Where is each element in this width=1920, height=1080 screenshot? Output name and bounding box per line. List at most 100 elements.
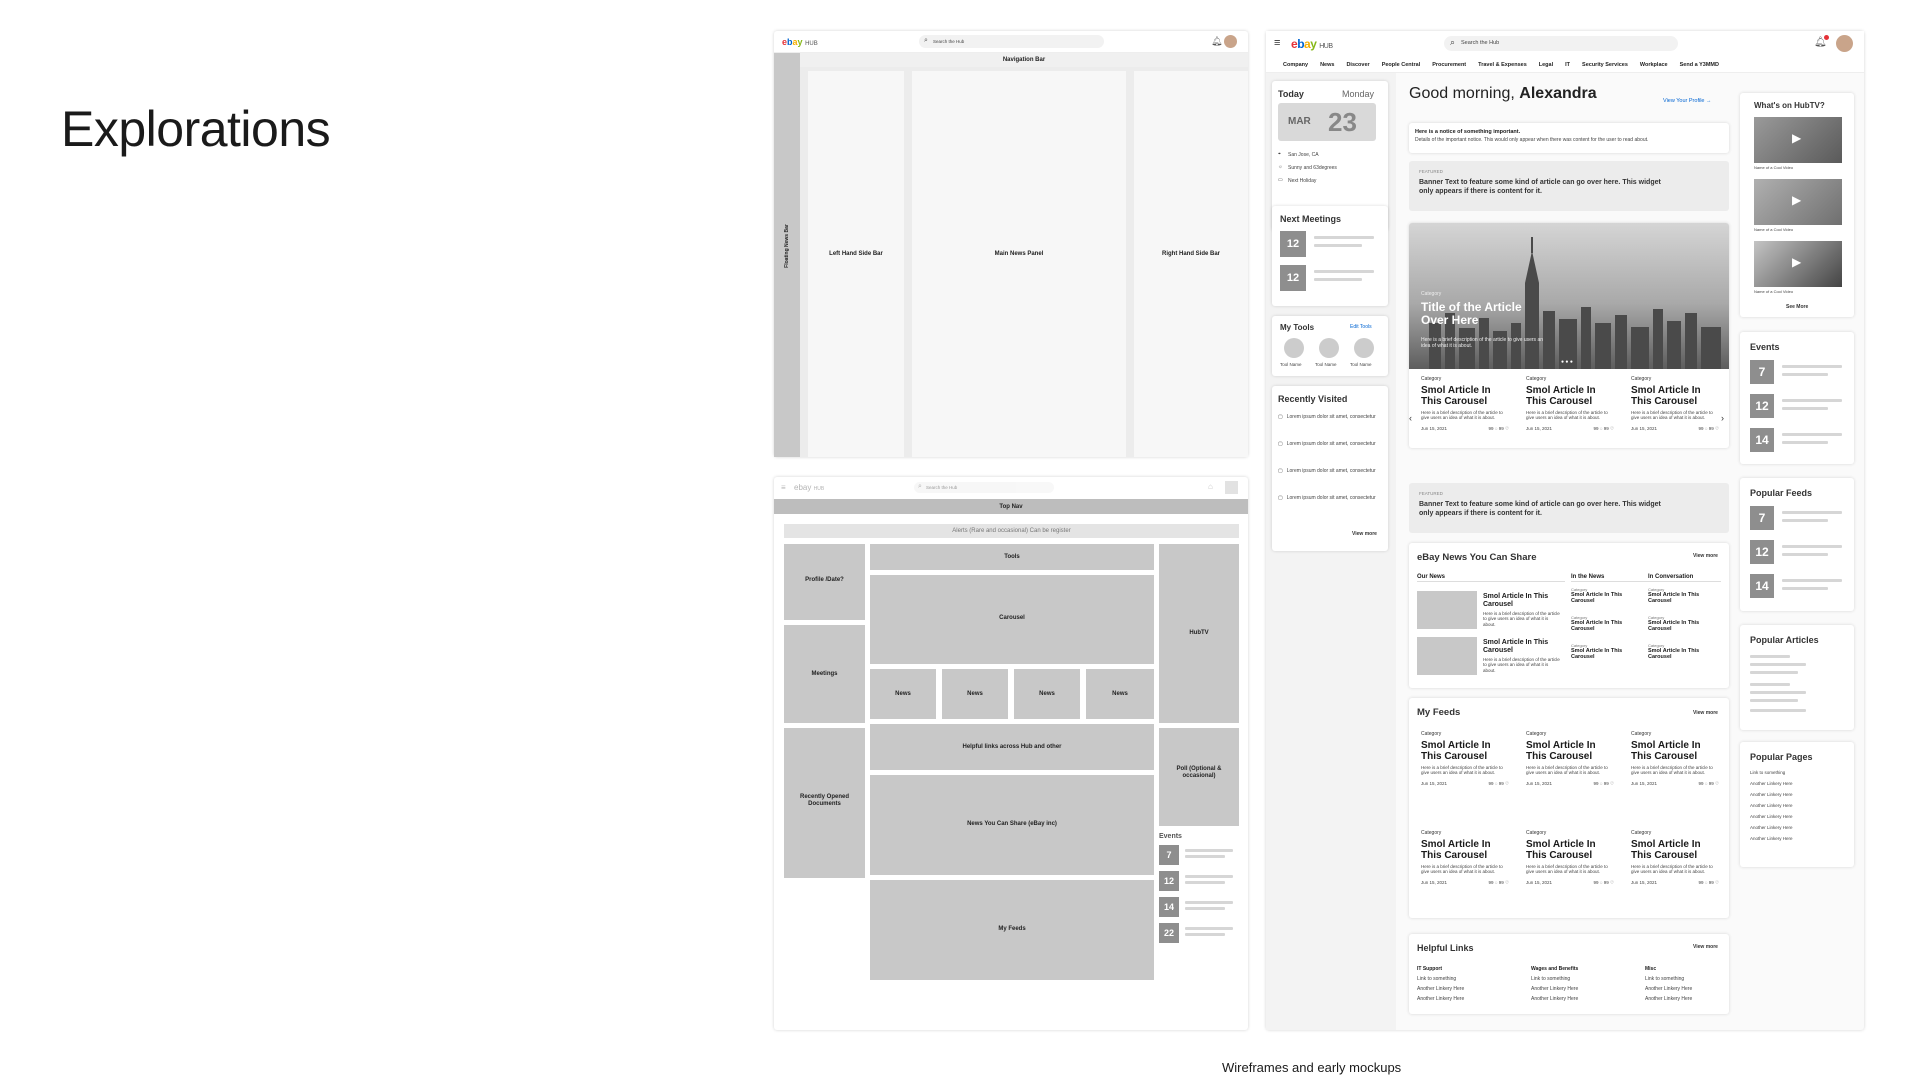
calendar-icon: ▭ bbox=[1278, 177, 1283, 183]
page-link[interactable]: Another Linkery Here bbox=[1750, 792, 1846, 803]
nav-legal[interactable]: Legal bbox=[1539, 62, 1553, 68]
view-more-link[interactable]: View more bbox=[1693, 944, 1718, 950]
tool-icon[interactable] bbox=[1354, 338, 1374, 358]
thumbnail[interactable] bbox=[1417, 637, 1477, 675]
featured-banner-2[interactable]: FEATURED Banner Text to feature some kin… bbox=[1409, 483, 1729, 533]
nav-travel[interactable]: Travel & Expenses bbox=[1478, 62, 1527, 68]
wireframe-2: ≡ ebay HUB ⌕ Search the Hub ⌂ Top Nav Al… bbox=[774, 477, 1248, 1030]
video-thumbnail[interactable]: ▶ bbox=[1754, 117, 1842, 163]
nav-y3mmd[interactable]: Send a Y3MMD bbox=[1680, 62, 1719, 68]
wf2-tools: Tools bbox=[870, 544, 1154, 570]
carousel-dots[interactable]: ● ● ● bbox=[1561, 359, 1573, 365]
link[interactable]: Another Linkery Here bbox=[1645, 986, 1725, 992]
wf2-helpful-links: Helpful links across Hub and other bbox=[870, 724, 1154, 770]
tool-icon[interactable] bbox=[1319, 338, 1339, 358]
feed-article[interactable]: Category Smol Article In This Carousel Her… bbox=[1526, 731, 1614, 787]
wf2-carousel: Carousel bbox=[870, 575, 1154, 664]
link[interactable]: Link to something bbox=[1645, 976, 1725, 982]
video-thumbnail[interactable]: ▶ bbox=[1754, 179, 1842, 225]
featured-banner[interactable]: FEATURED Banner Text to feature some kin… bbox=[1409, 161, 1729, 211]
share-link[interactable]: Smol Article In This Carousel bbox=[1648, 648, 1720, 660]
mock-nav: Company News Discover People Central Pro… bbox=[1266, 57, 1864, 73]
avatar[interactable] bbox=[1836, 35, 1853, 52]
page-link[interactable]: Another Linkery Here bbox=[1750, 781, 1846, 792]
feed-article[interactable]: Category Smol Article In This Carousel Her… bbox=[1631, 830, 1719, 886]
see-more-link[interactable]: See More bbox=[1786, 304, 1808, 310]
page-link[interactable]: Another Linkery Here bbox=[1750, 814, 1846, 825]
popular-feeds: Popular Feeds 7 12 14 bbox=[1740, 478, 1854, 611]
greeting: Good morning, Alexandra bbox=[1409, 85, 1597, 102]
wf2-news-4: News bbox=[1086, 669, 1154, 719]
wf2-logo: ebay HUB bbox=[794, 483, 825, 492]
link[interactable]: Another Linkery Here bbox=[1645, 996, 1725, 1002]
carousel-article[interactable]: Category Smol Article In This Carousel Her… bbox=[1526, 376, 1614, 432]
video-thumbnail[interactable]: ▶ bbox=[1754, 241, 1842, 287]
nav-discover[interactable]: Discover bbox=[1346, 62, 1369, 68]
nav-people-central[interactable]: People Central bbox=[1382, 62, 1421, 68]
wf2-search[interactable]: ⌕ Search the Hub bbox=[914, 482, 1054, 493]
link[interactable]: Another Linkery Here bbox=[1531, 986, 1626, 992]
tool-icon[interactable] bbox=[1284, 338, 1304, 358]
hubtv: What's on HubTV? ▶ Name of a Cool Video … bbox=[1740, 93, 1854, 317]
link[interactable]: Link to something bbox=[1417, 976, 1512, 982]
view-more-link[interactable]: View more bbox=[1693, 553, 1718, 559]
link[interactable]: Another Linkery Here bbox=[1531, 996, 1626, 1002]
page-link[interactable]: Another Linkery Here bbox=[1750, 825, 1846, 836]
wf2-events-label: Events bbox=[1159, 833, 1182, 840]
chevron-right-icon[interactable]: › bbox=[1721, 413, 1724, 423]
link[interactable]: Another Linkery Here bbox=[1417, 996, 1512, 1002]
feed-article[interactable]: Category Smol Article In This Carousel Her… bbox=[1526, 830, 1614, 886]
chevron-left-icon[interactable]: ‹ bbox=[1409, 413, 1412, 423]
carousel-article[interactable]: Category Smol Article In This Carousel Her… bbox=[1631, 376, 1719, 432]
wf2-my-feeds: My Feeds bbox=[870, 880, 1154, 980]
menu-icon[interactable]: ≡ bbox=[781, 483, 786, 492]
view-profile-link[interactable]: View Your Profile → bbox=[1663, 98, 1712, 104]
mock-logo[interactable]: ebay HUB bbox=[1291, 37, 1333, 51]
nav-news[interactable]: News bbox=[1320, 62, 1334, 68]
avatar[interactable] bbox=[1225, 481, 1238, 494]
edit-tools-link[interactable]: Edit Tools bbox=[1350, 324, 1372, 330]
feed-article[interactable]: Category Smol Article In This Carousel Her… bbox=[1421, 830, 1509, 886]
recent-item[interactable]: ▢ Lorem ipsum dolor sit amet, consectetur bbox=[1278, 495, 1382, 522]
wf2-news-1: News bbox=[870, 669, 936, 719]
wf2-news-you-can-share: News You Can Share (eBay inc) bbox=[870, 775, 1154, 875]
view-more-link[interactable]: View more bbox=[1352, 531, 1377, 537]
menu-icon[interactable]: ≡ bbox=[1274, 37, 1280, 49]
share-link[interactable]: Smol Article In This Carousel bbox=[1648, 620, 1720, 632]
share-link[interactable]: Smol Article In This Carousel bbox=[1571, 592, 1643, 604]
document-icon: ▢ bbox=[1278, 468, 1283, 474]
recent-item[interactable]: ▢ Lorem ipsum dolor sit amet, consectetur bbox=[1278, 468, 1382, 495]
wf1-nav-bar: Navigation Bar bbox=[800, 53, 1248, 67]
share-link[interactable]: Smol Article In This Carousel bbox=[1648, 592, 1720, 604]
feed-article[interactable]: Category Smol Article In This Carousel Her… bbox=[1421, 731, 1509, 787]
nav-company[interactable]: Company bbox=[1283, 62, 1308, 68]
bell-icon[interactable]: 🔔︎ bbox=[1211, 36, 1222, 47]
link[interactable]: Link to something bbox=[1531, 976, 1626, 982]
my-tools: My Tools Edit Tools Tool Name Tool Name … bbox=[1272, 316, 1388, 376]
location-icon: ⌖ bbox=[1278, 151, 1281, 157]
share-link[interactable]: Smol Article In This Carousel bbox=[1571, 648, 1643, 660]
page-link[interactable]: Another Linkery Here bbox=[1750, 803, 1846, 814]
feed-article[interactable]: Category Smol Article In This Carousel Her… bbox=[1631, 731, 1719, 787]
events: Events 7 12 14 bbox=[1740, 332, 1854, 464]
thumbnail[interactable] bbox=[1417, 591, 1477, 629]
bell-icon[interactable]: ⌂ bbox=[1208, 482, 1213, 491]
nav-workplace[interactable]: Workplace bbox=[1640, 62, 1668, 68]
view-more-link[interactable]: View more bbox=[1693, 710, 1718, 716]
share-link[interactable]: Smol Article In This Carousel bbox=[1571, 620, 1643, 632]
page-link[interactable]: Link to something bbox=[1750, 770, 1846, 781]
carousel-article[interactable]: Category Smol Article In This Carousel Her… bbox=[1421, 376, 1509, 432]
nav-it[interactable]: IT bbox=[1565, 62, 1570, 68]
nav-security[interactable]: Security Services bbox=[1582, 62, 1628, 68]
hero-image[interactable]: Category Title of the Article Over Here … bbox=[1409, 223, 1729, 369]
mock-search-input[interactable]: ⌕ Search the Hub bbox=[1444, 36, 1678, 51]
link[interactable]: Another Linkery Here bbox=[1417, 986, 1512, 992]
recently-visited: Recently Visited ▢ Lorem ipsum dolor sit … bbox=[1272, 386, 1388, 551]
recent-item[interactable]: ▢ Lorem ipsum dolor sit amet, consectetur bbox=[1278, 441, 1382, 468]
nav-procurement[interactable]: Procurement bbox=[1432, 62, 1466, 68]
page-link[interactable]: Another Linkery Here bbox=[1750, 836, 1846, 847]
recent-item[interactable]: ▢ Lorem ipsum dolor sit amet, consectetur bbox=[1278, 414, 1382, 441]
avatar[interactable] bbox=[1224, 35, 1237, 48]
wf1-search[interactable]: ⌕ Search the Hub bbox=[919, 35, 1104, 48]
next-meetings: Next Meetings 12 12 bbox=[1272, 206, 1388, 306]
